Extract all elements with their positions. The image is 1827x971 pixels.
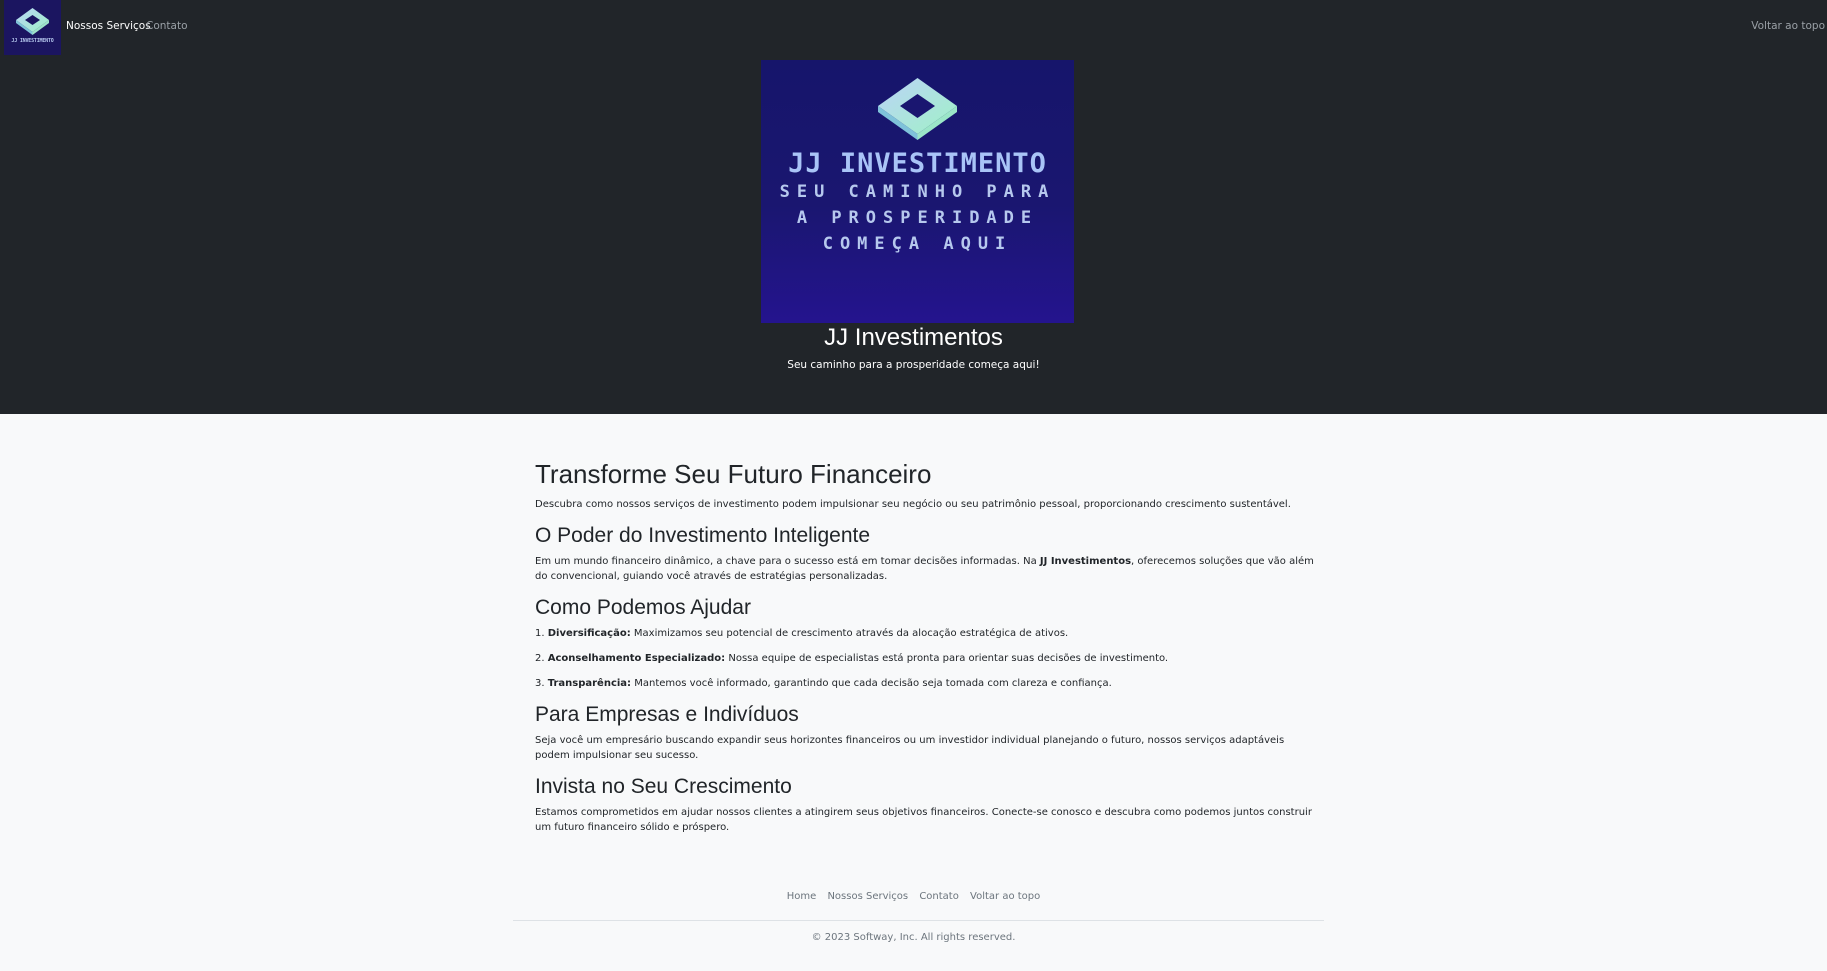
section-heading-crescimento: Invista no Seu Crescimento [535,775,792,798]
section-heading-empresas: Para Empresas e Indivíduos [535,703,799,726]
section-heading-investimento: O Poder do Investimento Inteligente [535,524,871,547]
section-heading-ajudar: Como Podemos Ajudar [535,596,751,619]
list-item-title: Transparência: [547,678,632,689]
section-paragraph-crescimento: Estamos comprometidos em ajudar nossos c… [535,807,1312,833]
list-item-title: Diversificação: [547,628,631,639]
section-paragraph-empresas: Seja você um empresário buscando expandi… [535,735,1285,761]
site-subtitle: Seu caminho para a prosperidade começa a… [787,359,1040,371]
navbar: JJ INVESTIMENTO Nossos Serviços Contato … [0,0,1827,56]
brand-logo[interactable]: JJ INVESTIMENTO [4,0,61,55]
footer-link-contact[interactable]: Contato [919,891,959,902]
hero-image-name: JJ INVESTIMENTO [788,148,1047,179]
help-list: 1. Diversificação: Maximizamos seu poten… [535,626,1315,691]
nav-link-contact[interactable]: Contato [146,20,188,32]
nav-link-services[interactable]: Nossos Serviços [66,20,151,32]
list-item-text: Mantemos você informado, garantindo que … [634,678,1112,689]
hero-image: JJ INVESTIMENTO SEU CAMINHO PARA A PROSP… [761,60,1074,323]
section-paragraph-investimento: Em um mundo financeiro dinâmico, a chave… [535,554,1315,584]
text-before-brand: Em um mundo financeiro dinâmico, a chave… [535,556,1040,567]
main-heading: Transforme Seu Futuro Financeiro [535,459,932,489]
site-title: JJ Investimentos [824,324,1003,351]
hero-image-tagline-3: COMEÇA AQUI [822,234,1013,254]
list-item: 1. Diversificação: Maximizamos seu poten… [535,626,1315,641]
list-item: 2. Aconselhamento Especializado: Nossa e… [535,651,1315,666]
list-item-text: Nossa equipe de especialistas está pront… [728,653,1169,664]
header: JJ INVESTIMENTO Nossos Serviços Contato … [0,0,1827,414]
copyright: © 2023 Softway, Inc. All rights reserved… [811,932,1016,943]
list-item-text: Maximizamos seu potencial de crescimento… [633,628,1069,639]
main-content: Transforme Seu Futuro Financeiro Descubr… [535,455,1315,845]
footer-divider [513,920,1324,921]
list-item: 3. Transparência: Mantemos você informad… [535,676,1315,691]
hero-image-tagline-1: SEU CAMINHO PARA [779,182,1056,202]
footer-link-home[interactable]: Home [787,891,817,902]
nav-back-to-top[interactable]: Voltar ao topo [1751,20,1825,32]
intro-paragraph: Descubra como nossos serviços de investi… [535,499,1291,510]
list-number: 2. [535,653,545,664]
footer-nav: Home Nossos Serviços Contato Voltar ao t… [0,891,1827,902]
list-number: 3. [535,678,545,689]
brand-name-bold: JJ Investimentos [1039,556,1132,567]
footer-link-back-to-top[interactable]: Voltar ao topo [970,891,1040,902]
brand-logo-text: JJ INVESTIMENTO [11,38,54,44]
list-item-title: Aconselhamento Especializado: [547,653,726,664]
footer-link-services[interactable]: Nossos Serviços [827,891,908,902]
hero-image-tagline-2: A PROSPERIDADE [796,208,1039,228]
list-number: 1. [535,628,545,639]
